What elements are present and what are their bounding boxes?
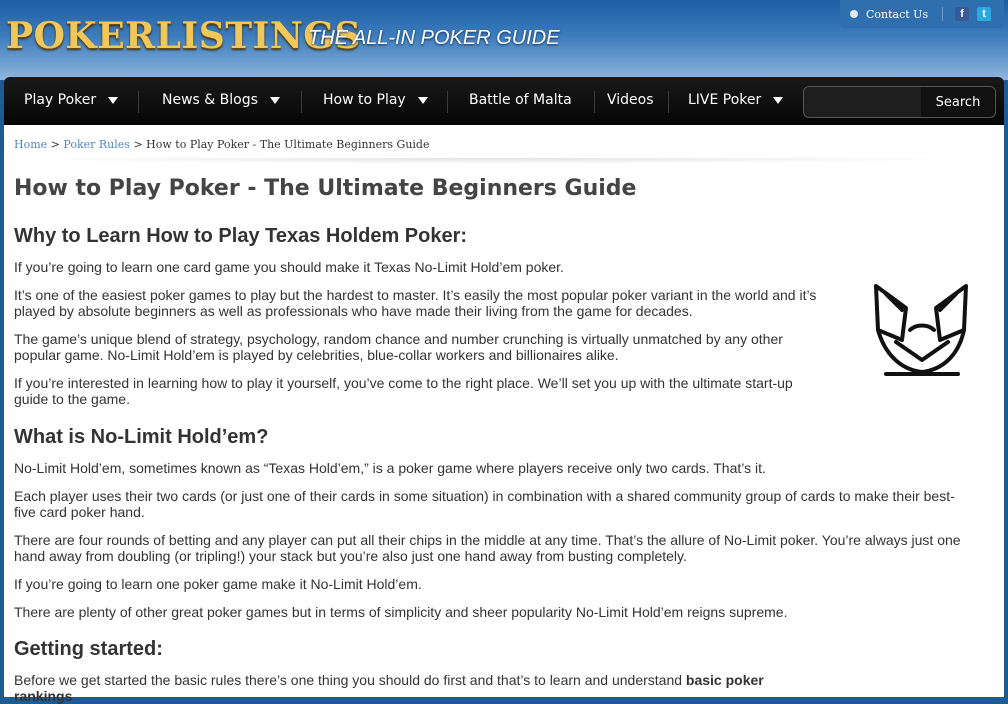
breadcrumb: Home > Poker Rules > How to Play Poker -… (14, 138, 429, 151)
breadcrumb-home[interactable]: Home (14, 138, 47, 151)
section-heading-why: Why to Learn How to Play Texas Holdem Po… (14, 225, 468, 247)
breadcrumb-separator: > (50, 138, 60, 151)
search-input[interactable] (803, 86, 925, 118)
nav-videos[interactable]: Videos (607, 77, 654, 123)
nav-divider (301, 91, 302, 113)
paragraph-line: popular game. No-Limit Hold’em is played… (14, 347, 619, 363)
breadcrumb-separator: > (133, 138, 143, 151)
nav-live-poker[interactable]: LIVE Poker (688, 77, 784, 123)
page-title: How to Play Poker - The Ultimate Beginne… (14, 176, 637, 201)
nav-divider (668, 91, 669, 113)
paragraph-line: played by absolute beginners as well as … (14, 303, 693, 319)
main-content: Home > Poker Rules > How to Play Poker -… (4, 125, 1004, 704)
site-header: POKERLISTINGS THE ALL-IN POKER GUIDE Con… (0, 0, 1008, 80)
twitter-icon[interactable]: t (977, 7, 992, 21)
paragraph-line: There are four rounds of betting and any… (14, 532, 961, 548)
paragraph-line: Each player uses their two cards (or jus… (14, 488, 955, 504)
paragraph-text: Before we get started the basic rules th… (14, 672, 686, 688)
paragraph: If you’re going to learn one card game y… (14, 259, 564, 275)
nav-label: How to Play (323, 92, 406, 108)
contact-us-link[interactable]: Contact Us (866, 8, 928, 21)
nav-label: News & Blogs (162, 92, 258, 108)
rankings-link[interactable]: basic poker (686, 672, 764, 688)
main-nav: Play Poker News & Blogs How to Play Batt… (4, 77, 1004, 125)
section-heading-start: Getting started: (14, 638, 163, 660)
nav-label: Battle of Malta (469, 92, 572, 108)
paragraph: There are four rounds of betting and any… (14, 532, 961, 564)
nav-news-blogs[interactable]: News & Blogs (162, 77, 280, 123)
nav-label: LIVE Poker (688, 92, 762, 108)
paragraph: There are plenty of other great poker ga… (14, 604, 788, 620)
nav-label: Videos (607, 92, 654, 108)
nav-label: Play Poker (24, 92, 97, 108)
paragraph-line: If you’re interested in learning how to … (14, 375, 793, 391)
poker-cards-hand-icon (866, 280, 978, 385)
nav-how-to-play[interactable]: How to Play (323, 77, 428, 123)
paragraph: Each player uses their two cards (or jus… (14, 488, 955, 520)
divider (942, 7, 944, 21)
paragraph-line: guide to the game. (14, 391, 130, 407)
tagline: THE ALL-IN POKER GUIDE (308, 27, 560, 49)
paragraph: Before we get started the basic rules th… (14, 672, 764, 704)
chevron-down-icon (417, 96, 428, 104)
paragraph-line: hand away from doubling (or tripling!) y… (14, 548, 687, 564)
nav-divider (447, 91, 448, 113)
paragraph-line: five card poker hand. (14, 504, 145, 520)
paragraph: No-Limit Hold’em, sometimes known as “Te… (14, 460, 766, 476)
breadcrumb-poker-rules[interactable]: Poker Rules (63, 138, 130, 151)
nav-play-poker[interactable]: Play Poker (24, 77, 119, 123)
facebook-icon[interactable]: f (955, 7, 970, 21)
search-button[interactable]: Search (921, 86, 996, 118)
chevron-down-icon (269, 96, 280, 104)
rankings-link[interactable]: rankings (14, 688, 72, 704)
top-utility-bar: Contact Us f t (840, 0, 1004, 28)
chevron-down-icon (108, 96, 119, 104)
paragraph: It’s one of the easiest poker games to p… (14, 287, 816, 319)
nav-divider (594, 91, 595, 113)
nav-divider (138, 91, 139, 113)
chevron-down-icon (773, 96, 784, 104)
paragraph: If you’re going to learn one poker game … (14, 576, 422, 592)
paragraph: If you’re interested in learning how to … (14, 375, 793, 407)
breadcrumb-shadow (10, 158, 976, 164)
nav-battle-of-malta[interactable]: Battle of Malta (469, 77, 572, 123)
breadcrumb-current: How to Play Poker - The Ultimate Beginne… (146, 138, 430, 151)
section-heading-what: What is No-Limit Hold’em? (14, 426, 269, 448)
paragraph-line: It’s one of the easiest poker games to p… (14, 287, 817, 303)
paragraph-line: The game’s unique blend of strategy, psy… (14, 331, 783, 347)
paragraph: The game’s unique blend of strategy, psy… (14, 331, 783, 363)
contact-icon (850, 10, 858, 18)
